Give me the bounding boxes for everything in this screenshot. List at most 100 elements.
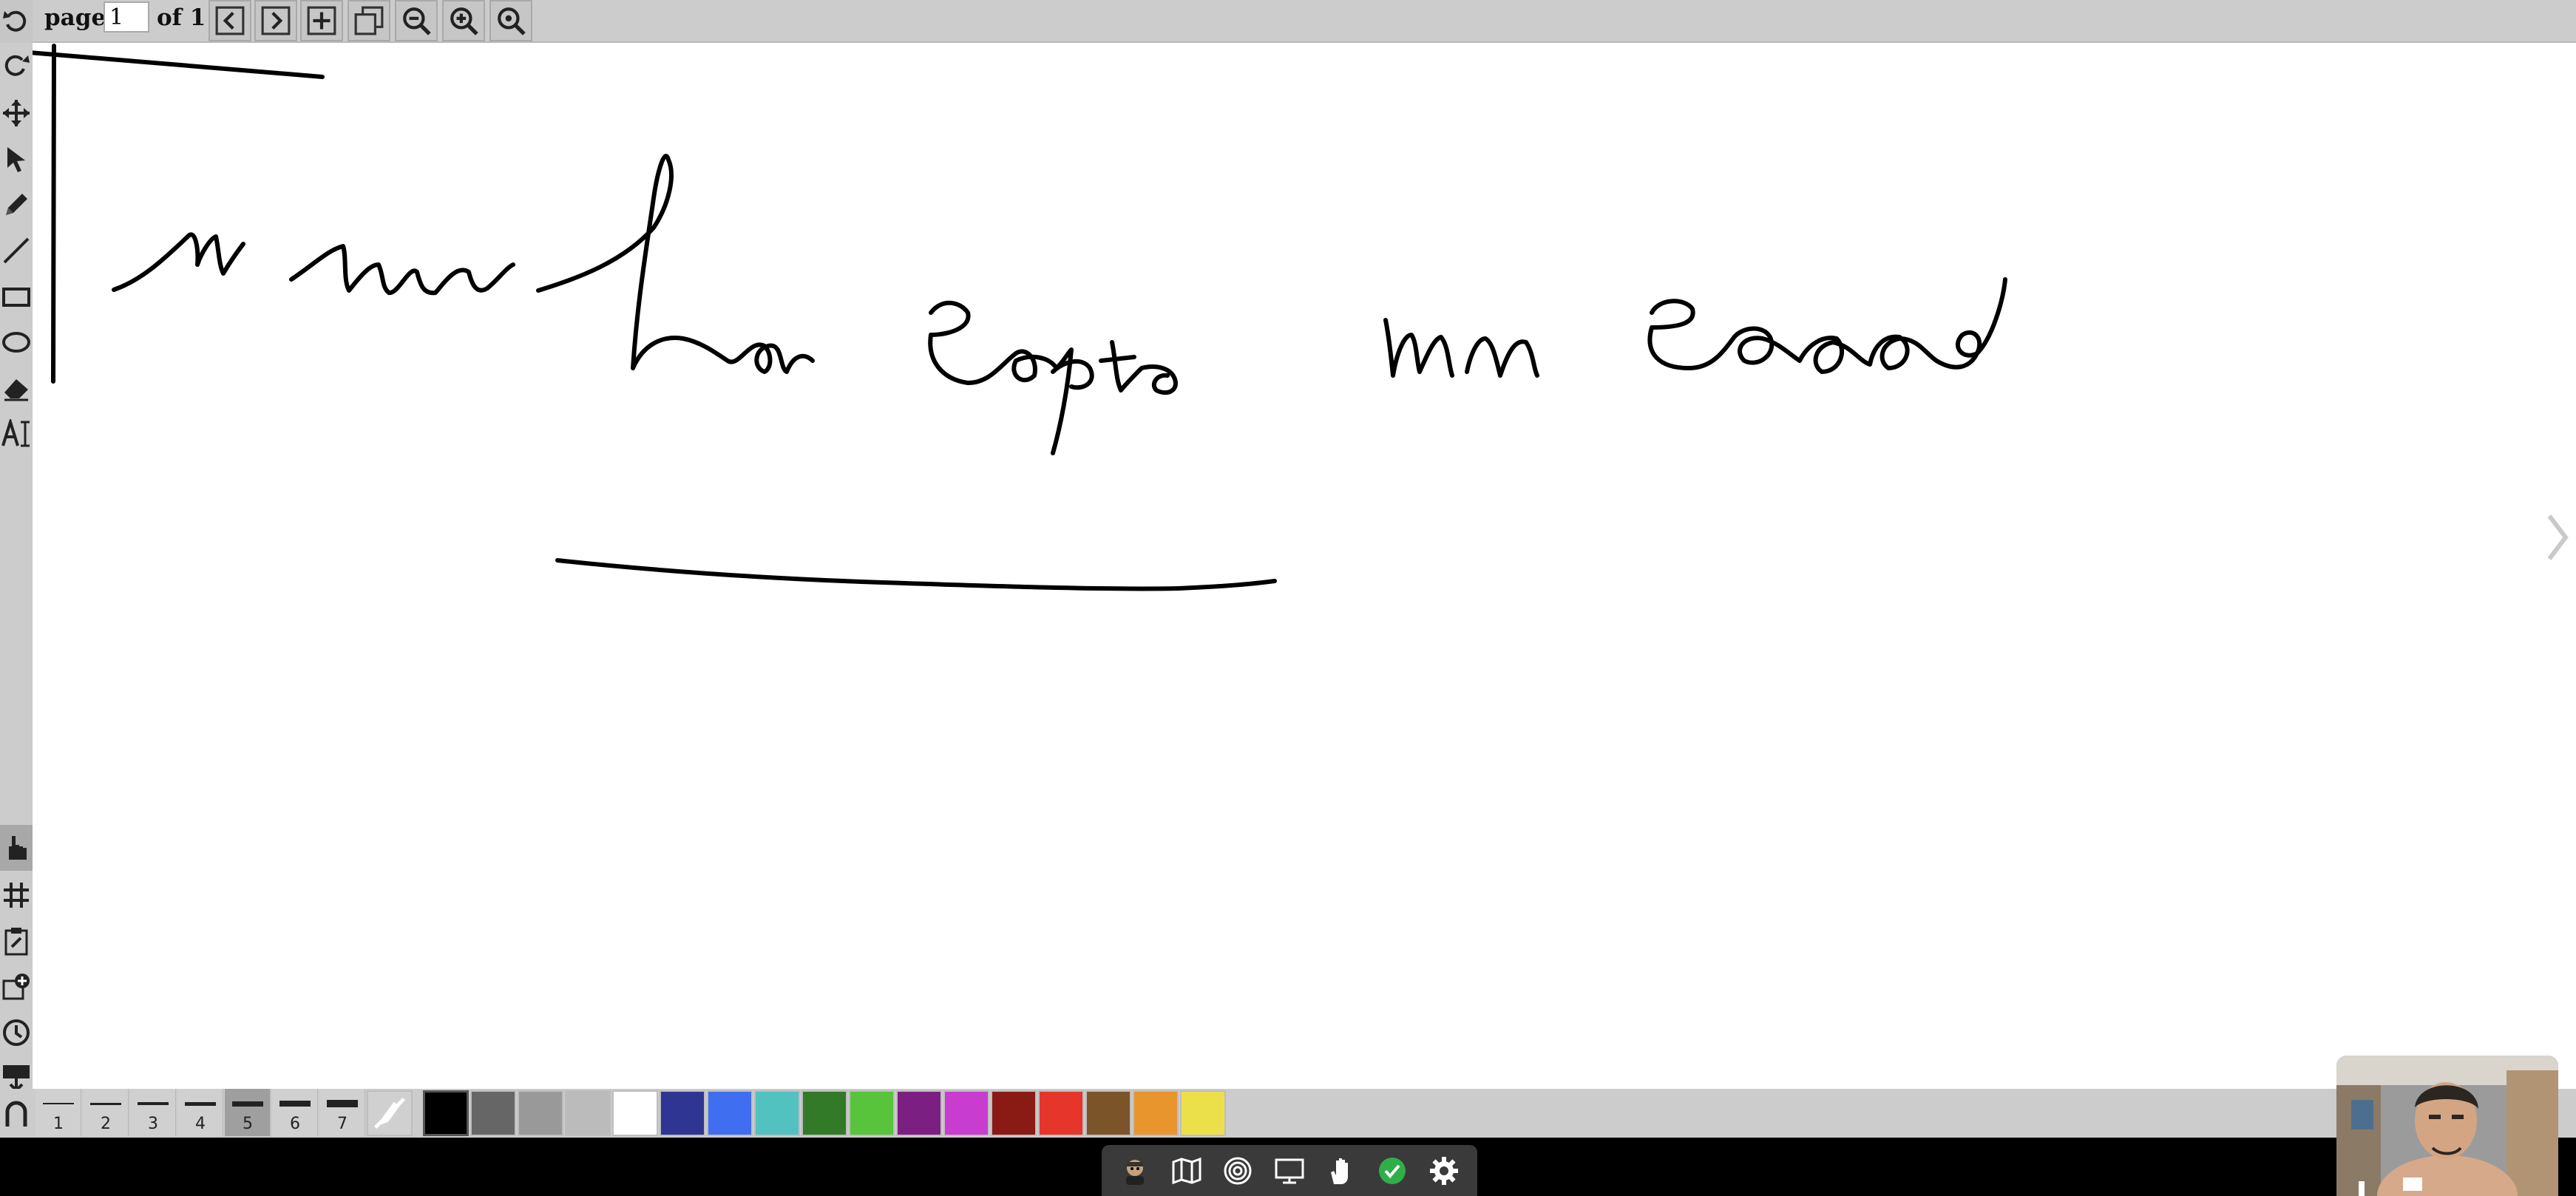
- user-avatar-button[interactable]: [1117, 1153, 1153, 1189]
- avatar-icon: [1125, 1159, 1144, 1185]
- thickness-option-6[interactable]: 6: [272, 1089, 318, 1136]
- thickness-option-1[interactable]: 1: [35, 1089, 81, 1136]
- stroke-top-bar: [33, 50, 325, 79]
- stroke-underline: [555, 558, 1277, 591]
- thickness-label: 2: [101, 1115, 111, 1133]
- status-ok-button[interactable]: [1375, 1153, 1410, 1189]
- gear-icon: [1430, 1156, 1459, 1185]
- stroke-word-1: [112, 232, 245, 292]
- grid-tool[interactable]: [0, 872, 33, 918]
- color-swatch[interactable]: [991, 1090, 1037, 1136]
- color-swatch[interactable]: [660, 1090, 705, 1136]
- stroke-word-6: [1647, 277, 2007, 374]
- history-tool[interactable]: [0, 1010, 33, 1056]
- eraser-tool[interactable]: [0, 365, 33, 411]
- whiteboard-canvas[interactable]: [33, 43, 2576, 1089]
- color-swatch[interactable]: [1085, 1090, 1131, 1136]
- zoom-fit-icon: [498, 7, 526, 35]
- next-page-arrow-icon[interactable]: [2545, 510, 2570, 565]
- hand-icon: [1330, 1158, 1348, 1184]
- page-number-input[interactable]: [104, 1, 149, 33]
- redo-tool[interactable]: [0, 43, 33, 89]
- stroke-vertical-bar: [51, 44, 56, 384]
- no-color-icon: [373, 1097, 406, 1129]
- chevron-right-icon: [261, 6, 291, 35]
- webcam-video: [2336, 1056, 2558, 1196]
- pan-tool[interactable]: [0, 90, 33, 136]
- link-tool[interactable]: [0, 1089, 33, 1138]
- color-swatch[interactable]: [707, 1090, 753, 1136]
- zoom-out-button[interactable]: [395, 0, 438, 41]
- no-color-button[interactable]: [367, 1090, 413, 1136]
- zoom-out-icon: [403, 7, 431, 35]
- color-swatch[interactable]: [1180, 1090, 1226, 1136]
- color-swatch[interactable]: [754, 1090, 800, 1136]
- undo-icon[interactable]: [0, 0, 33, 43]
- zoom-in-icon: [450, 7, 478, 35]
- color-swatch[interactable]: [423, 1090, 469, 1136]
- thickness-option-7[interactable]: 7: [319, 1089, 365, 1136]
- plus-icon: [307, 6, 336, 35]
- text-tool[interactable]: [0, 411, 33, 457]
- copy-icon: [354, 6, 384, 35]
- hand-pointer-icon: [9, 836, 27, 860]
- target-button[interactable]: [1220, 1153, 1255, 1189]
- thickness-option-4[interactable]: 4: [177, 1089, 223, 1136]
- color-swatch[interactable]: [470, 1090, 516, 1136]
- move-arrows-icon: [3, 100, 30, 126]
- thickness-line: [138, 1102, 169, 1105]
- redo-icon: [4, 55, 30, 76]
- chevron-left-icon: [215, 6, 245, 35]
- clipboard-tool[interactable]: [0, 918, 33, 964]
- thickness-label: 7: [337, 1115, 348, 1133]
- next-page-button[interactable]: [254, 0, 297, 41]
- color-swatch[interactable]: [1038, 1090, 1084, 1136]
- color-swatch[interactable]: [943, 1090, 989, 1136]
- top-toolbar: page of 1: [0, 0, 2576, 43]
- color-swatch[interactable]: [801, 1090, 847, 1136]
- thickness-option-3[interactable]: 3: [130, 1089, 176, 1136]
- thickness-label: 3: [148, 1115, 158, 1133]
- eraser-icon: [4, 379, 28, 401]
- pen-tool[interactable]: [0, 182, 33, 228]
- color-swatch[interactable]: [612, 1090, 658, 1136]
- grid-icon: [4, 883, 29, 908]
- color-swatch[interactable]: [896, 1090, 942, 1136]
- webcam-feed-image: [2336, 1056, 2558, 1196]
- duplicate-page-button[interactable]: [348, 0, 390, 41]
- pointer-icon: [7, 147, 25, 172]
- thickness-label: 1: [53, 1115, 64, 1133]
- thickness-option-2[interactable]: 2: [83, 1089, 129, 1136]
- thickness-line: [43, 1103, 74, 1104]
- stroke-word-5: [1383, 318, 1539, 378]
- line-tool[interactable]: [0, 228, 33, 273]
- add-image-tool[interactable]: [0, 964, 33, 1010]
- ellipse-tool[interactable]: [0, 319, 33, 365]
- prev-page-button[interactable]: [209, 0, 251, 41]
- thickness-line: [232, 1101, 263, 1107]
- page-label: page: [44, 4, 106, 31]
- hand-tool[interactable]: [0, 825, 33, 871]
- settings-button[interactable]: [1426, 1153, 1462, 1189]
- rectangle-icon: [2, 288, 30, 307]
- monitor-icon: [1275, 1158, 1304, 1183]
- thickness-option-5[interactable]: 5: [225, 1089, 271, 1136]
- stroke-word-4: [928, 300, 1178, 455]
- zoom-fit-button[interactable]: [489, 0, 532, 41]
- color-swatch[interactable]: [1133, 1090, 1179, 1136]
- zoom-in-button[interactable]: [442, 0, 485, 41]
- color-swatch[interactable]: [849, 1090, 895, 1136]
- screen-share-button[interactable]: [1272, 1153, 1307, 1189]
- select-tool[interactable]: [0, 136, 33, 182]
- left-toolbar: [0, 43, 33, 1093]
- add-page-button[interactable]: [300, 0, 343, 41]
- thickness-line: [327, 1100, 358, 1107]
- thickness-label: 5: [243, 1115, 253, 1133]
- text-icon: [1, 419, 30, 447]
- raise-hand-button[interactable]: [1323, 1153, 1359, 1189]
- map-button[interactable]: [1169, 1153, 1204, 1189]
- ellipse-icon: [2, 332, 30, 353]
- rectangle-tool[interactable]: [0, 273, 33, 319]
- color-swatch[interactable]: [565, 1090, 611, 1136]
- color-swatch[interactable]: [518, 1090, 563, 1136]
